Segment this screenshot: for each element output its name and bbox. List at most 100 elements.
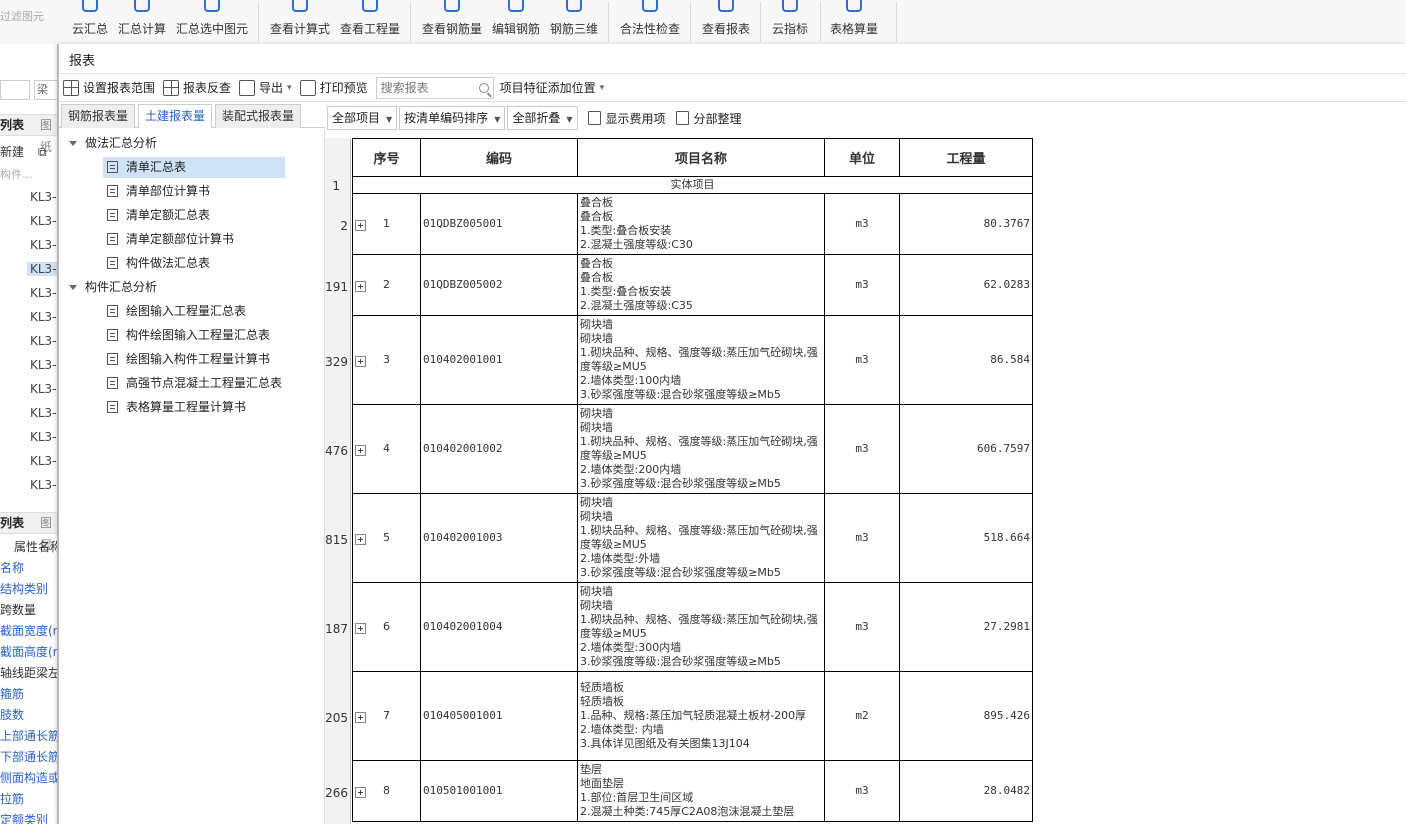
list-item[interactable]: KL3- [30,190,57,204]
set-range-button[interactable]: 设置报表范围 [63,79,155,96]
expand-icon[interactable] [355,622,366,634]
unit-cell[interactable]: m3 [824,582,900,672]
tab-civil-report[interactable]: 土建报表量 [138,104,213,129]
code-cell[interactable]: 010402001003 [420,493,578,583]
prop-row[interactable]: 上部通长筋 [0,727,57,744]
list-item[interactable]: KL3- [30,310,57,324]
code-cell[interactable]: 010405001001 [420,671,578,761]
expand-icon[interactable] [355,280,366,292]
table-row[interactable]: 2 01QDBZ005002 叠合板 叠合板 1.类型:叠合板安装 2.混凝土强度等… [352,254,1033,316]
chevron-down-icon[interactable] [69,285,77,290]
table-row[interactable]: 7 010405001001 轻质墙板 轻质墙板 1.品种、规格:蒸压加气轻质混凝土… [352,671,1033,761]
unit-cell[interactable]: m3 [824,404,900,494]
list-item[interactable]: KL3- [30,454,57,468]
tab-list[interactable]: 列表 [0,114,24,136]
view-quantity-button[interactable]: 查看工程量 [338,0,402,44]
quantity-cell[interactable]: 606.7597 [899,404,1033,494]
prop-row[interactable]: 轴线距梁左边 [0,664,57,681]
report-search-input[interactable] [380,80,473,95]
code-cell[interactable]: 01QDBZ005002 [420,254,578,316]
tab-prefab-report[interactable]: 装配式报表量 [215,104,302,128]
code-cell[interactable]: 010402001001 [420,315,578,405]
quantity-cell[interactable]: 27.2981 [899,582,1033,672]
name-cell[interactable]: 砌块墙 砌块墙 1.砌块品种、规格、强度等级:蒸压加气砼砌块,强度等级≥MU5 … [577,404,825,494]
fold-dropdown[interactable]: 全部折叠 ▼ [507,106,578,130]
export-button[interactable]: 导出 ▾ [239,79,292,96]
list-item[interactable]: KL3- [30,238,57,252]
tree-item[interactable]: 绘图输入构件工程量计算书 [103,349,274,370]
table-row[interactable]: 5 010402001003 砌块墙 砌块墙 1.砌块品种、规格、强度等级:蒸压加气… [352,493,1033,583]
quantity-cell[interactable]: 62.0283 [899,254,1033,316]
prop-row[interactable]: 下部通长筋 [0,748,57,765]
expand-icon[interactable] [355,444,366,456]
list-item[interactable]: KL3- [30,406,57,420]
view-formula-button[interactable]: 查看计算式 [268,0,332,44]
table-row[interactable]: 6 010402001004 砌块墙 砌块墙 1.砌块品种、规格、强度等级:蒸压加气… [352,582,1033,672]
list-item[interactable]: KL3- [27,262,57,276]
quantity-cell[interactable]: 895.426 [899,671,1033,761]
table-row[interactable]: 3 010402001001 砌块墙 砌块墙 1.砌块品种、规格、强度等级:蒸压加气… [352,315,1033,405]
tree-group-method[interactable]: 做法汇总分析 [69,133,157,153]
tab-drawing[interactable]: 图纸 [40,114,57,154]
tree-item[interactable]: 清单定额部位计算书 [103,229,238,250]
component-search[interactable]: 构件... [0,164,33,186]
list-item[interactable]: KL3- [30,334,57,348]
table-row[interactable]: 8 010501001001 垫层 地面垫层 1.部位:首层卫生间区域 2.混凝土种… [352,760,1033,822]
list-item[interactable]: KL3- [30,478,57,492]
quantity-cell[interactable]: 28.0482 [899,760,1033,822]
list-item[interactable]: KL3- [30,286,57,300]
list-item[interactable]: KL3- [30,382,57,396]
prop-row[interactable]: 肢数 [0,706,24,723]
code-cell[interactable]: 010402001002 [420,404,578,494]
expand-icon[interactable] [355,711,366,723]
tree-item[interactable]: 高强节点混凝土工程量汇总表 [103,373,286,394]
header-seq[interactable]: 序号 [352,138,421,177]
search-icon[interactable] [478,82,489,93]
tree-item[interactable]: 绘图输入工程量汇总表 [103,301,250,322]
tab-layer[interactable]: 图层 [40,512,57,552]
cloud-summary-button[interactable]: 云汇总 [70,0,110,44]
table-row[interactable]: 4 010402001002 砌块墙 砌块墙 1.砌块品种、规格、强度等级:蒸压加气… [352,404,1033,494]
unit-cell[interactable]: m2 [824,671,900,761]
tree-item-bill-summary[interactable]: 清单汇总表 [103,157,285,178]
summary-calc-button[interactable]: 汇总计算 [116,0,168,44]
expand-icon[interactable] [355,219,366,231]
prop-row[interactable]: 跨数量 [0,601,36,618]
name-cell[interactable]: 叠合板 叠合板 1.类型:叠合板安装 2.混凝土强度等级:C30 [577,193,825,255]
sort-dropdown[interactable]: 按清单编码排序 ▼ [399,106,506,130]
prop-row[interactable]: 侧面构造或受 [0,769,57,786]
header-unit[interactable]: 单位 [824,138,900,177]
quantity-cell[interactable]: 80.3767 [899,193,1033,255]
unit-cell[interactable]: m3 [824,493,900,583]
name-cell[interactable]: 叠合板 叠合板 1.类型:叠合板安装 2.混凝土强度等级:C35 [577,254,825,316]
code-cell[interactable]: 010501001001 [420,760,578,822]
prop-row[interactable]: 名称 [0,559,24,576]
new-button[interactable]: 新建 [0,141,24,163]
prop-row[interactable]: 箍筋 [0,685,24,702]
arrange-button[interactable]: 分部整理 [675,110,742,127]
tree-item[interactable]: 清单部位计算书 [103,181,214,202]
table-row[interactable]: 1 01QDBZ005001 叠合板 叠合板 1.类型:叠合板安装 2.混凝土强度等… [352,193,1033,255]
name-cell[interactable]: 垫层 地面垫层 1.部位:首层卫生间区域 2.混凝土种类:745厚C2A08泡沫… [577,760,825,822]
cloud-index-button[interactable]: 云指标 [768,0,812,44]
tab-list-2[interactable]: 列表 [0,512,24,534]
quantity-cell[interactable]: 518.664 [899,493,1033,583]
prop-row[interactable]: 截面高度(m [0,643,57,660]
unit-cell[interactable]: m3 [824,254,900,316]
tab-rebar-report[interactable]: 钢筋报表量 [61,104,136,128]
quantity-cell[interactable]: 86.584 [899,315,1033,405]
show-fee-button[interactable]: 显示费用项 [587,110,666,127]
header-name[interactable]: 项目名称 [577,138,825,177]
name-cell[interactable]: 轻质墙板 轻质墙板 1.品种、规格:蒸压加气轻质混凝土板材-200厚 2.墙体类… [577,671,825,761]
prop-row[interactable]: 结构类别 [0,580,48,597]
prop-row[interactable]: 定额类别 [0,811,48,824]
chevron-down-icon[interactable] [69,141,77,146]
rebar-3d-button[interactable]: 钢筋三维 [548,0,600,44]
edit-rebar-button[interactable]: 编辑钢筋 [490,0,542,44]
report-search[interactable] [375,76,494,99]
tree-item[interactable]: 表格算量工程量计算书 [103,397,250,418]
view-rebar-button[interactable]: 查看钢筋量 [420,0,484,44]
expand-icon[interactable] [355,533,366,545]
expand-icon[interactable] [355,786,366,798]
tree-item[interactable]: 清单定额汇总表 [103,205,214,226]
